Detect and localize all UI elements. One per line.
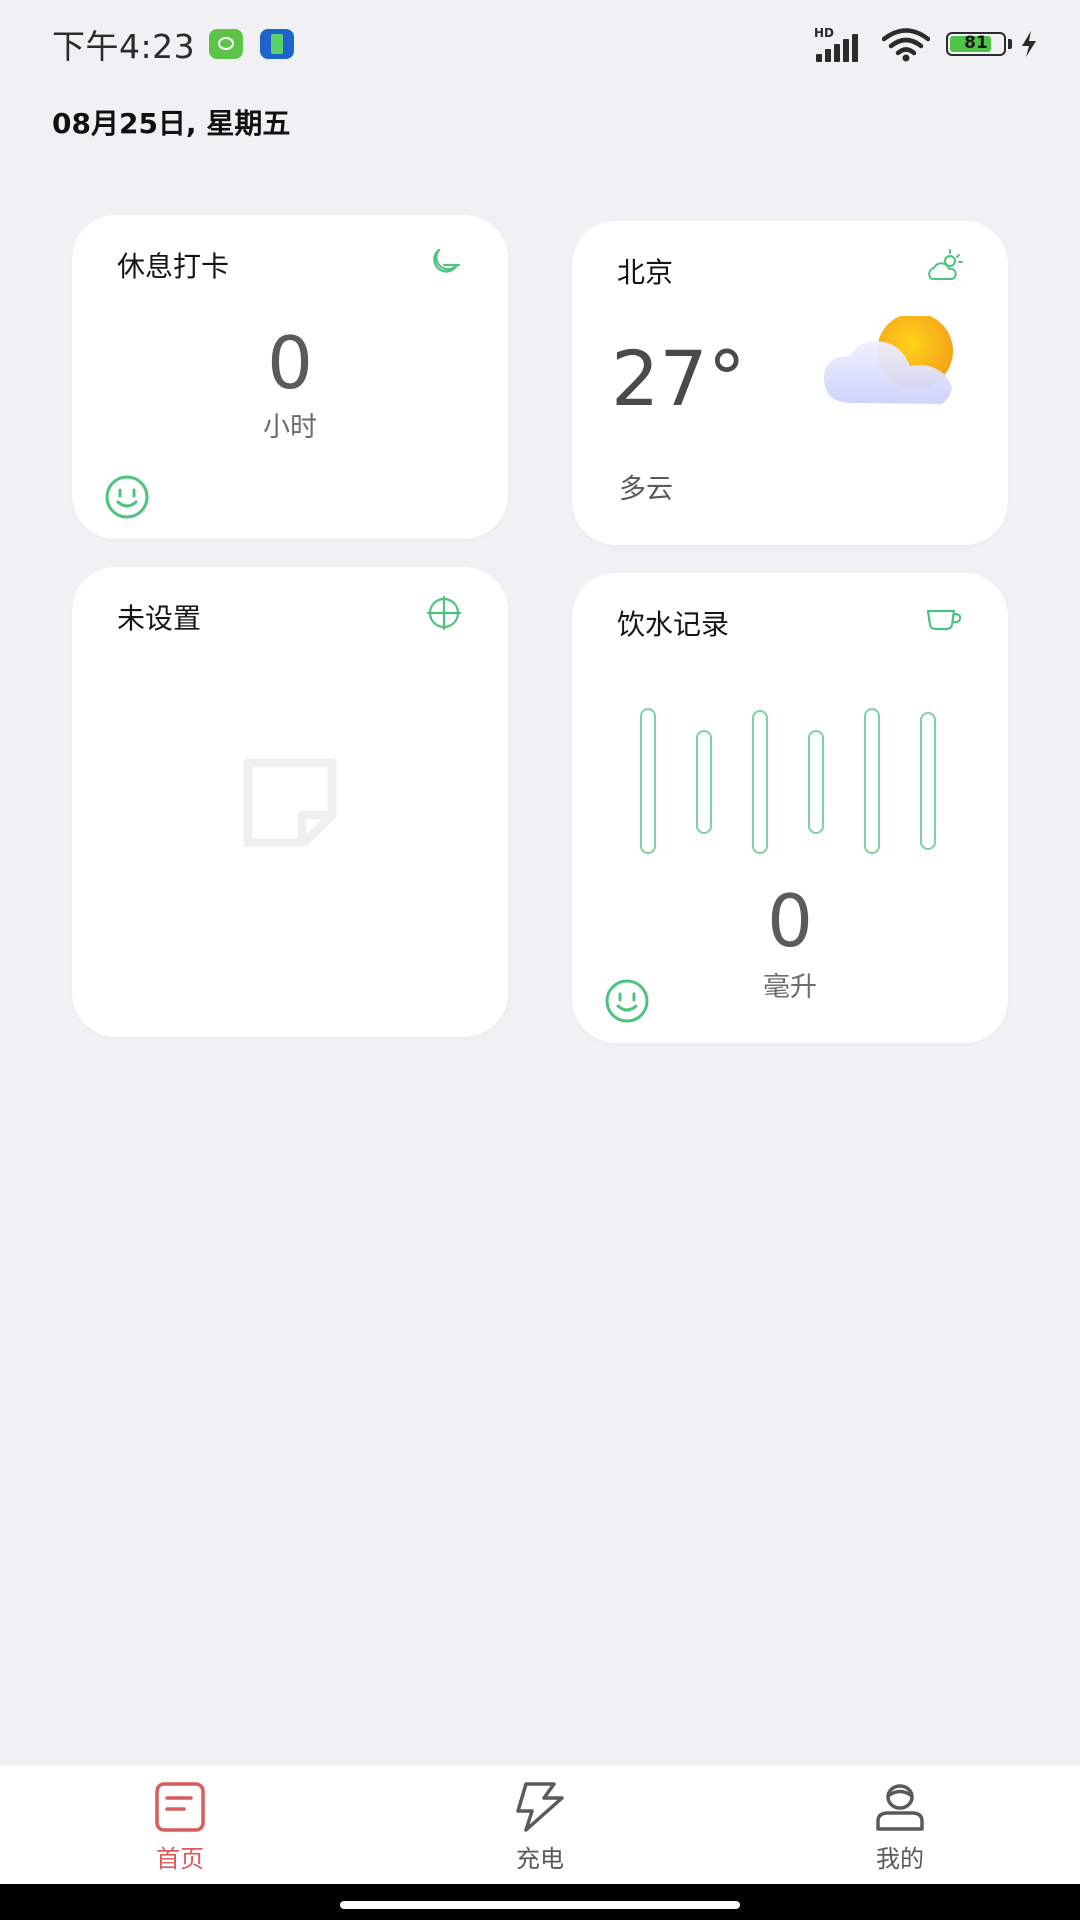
- battery-indicator: 81: [946, 32, 1006, 56]
- battery-app-icon: [260, 29, 294, 59]
- nav-label-mine: 我的: [876, 1845, 924, 1873]
- partly-cloudy-illustration: [824, 316, 953, 404]
- card-title: 未设置: [117, 602, 202, 635]
- weather-card[interactable]: 北京 27° 多云: [572, 221, 1008, 545]
- smile-icon: [605, 979, 649, 1023]
- water-bar: [752, 710, 768, 854]
- wifi-icon: [882, 28, 930, 62]
- water-log-card[interactable]: 饮水记录 0 毫升: [572, 573, 1008, 1043]
- unset-card[interactable]: 未设置: [72, 567, 508, 1037]
- signal-icon: [816, 32, 864, 62]
- battery-percent: 81: [964, 33, 988, 53]
- water-bar: [864, 708, 880, 854]
- note-placeholder-icon: [243, 758, 337, 847]
- water-bar: [696, 730, 712, 834]
- nav-tab-home[interactable]: 首页: [100, 1765, 260, 1885]
- water-amount-value: 0: [767, 879, 813, 963]
- status-bar: 下午4:23 HD 81: [0, 0, 1080, 90]
- card-title: 休息打卡: [117, 250, 230, 283]
- water-bar: [640, 708, 656, 854]
- lightning-icon: [516, 1782, 564, 1832]
- water-bar: [808, 730, 824, 834]
- city-name: 北京: [617, 256, 674, 289]
- water-bar: [920, 712, 936, 850]
- home-list-icon: [155, 1782, 205, 1832]
- home-indicator[interactable]: [340, 1901, 740, 1909]
- nav-tab-charge[interactable]: 充电: [460, 1765, 620, 1885]
- sun-cloud-icon: [928, 249, 963, 280]
- battery-cap: [1008, 39, 1012, 49]
- user-profile-icon: [876, 1784, 924, 1831]
- nav-label-home: 首页: [156, 1845, 204, 1873]
- nav-label-charge: 充电: [516, 1845, 564, 1873]
- bottom-nav: 首页 充电 我的: [0, 1764, 1080, 1885]
- moon-icon: [433, 248, 461, 273]
- temperature-value: 27°: [611, 334, 746, 423]
- nav-tab-mine[interactable]: 我的: [820, 1765, 980, 1885]
- rest-hours-unit: 小时: [263, 412, 317, 443]
- charging-bolt-icon: [1022, 31, 1036, 57]
- weather-condition: 多云: [619, 474, 673, 505]
- smile-icon: [105, 475, 149, 519]
- status-time: 下午4:23: [52, 27, 196, 66]
- app-notification-icon: [209, 29, 243, 59]
- date-label: 08月25日, 星期五: [52, 107, 291, 140]
- rest-hours-value: 0: [267, 321, 313, 405]
- rest-checkin-card[interactable]: 休息打卡 0 小时: [72, 215, 508, 539]
- crosshair-icon: [426, 595, 462, 631]
- gesture-bar-area: [0, 1884, 1080, 1920]
